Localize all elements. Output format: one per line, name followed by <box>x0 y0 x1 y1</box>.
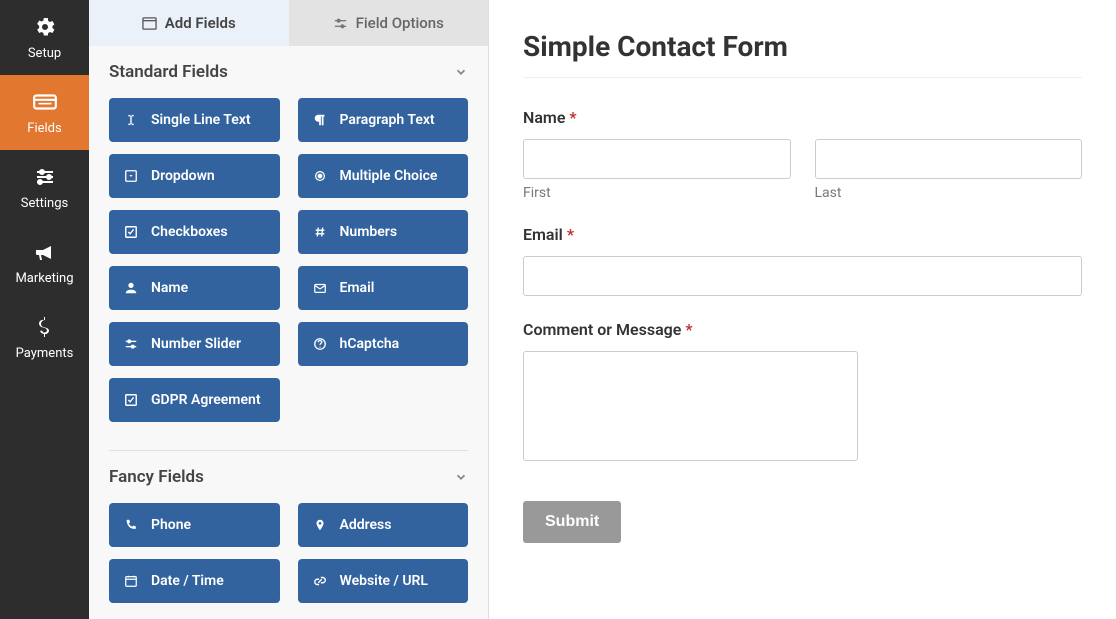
field-email: Email* <box>523 225 1082 296</box>
link-icon <box>312 573 328 589</box>
field-btn-label: Multiple Choice <box>340 168 438 184</box>
field-btn-label: Website / URL <box>340 573 429 589</box>
bullhorn-icon <box>32 239 58 265</box>
question-icon <box>312 336 328 352</box>
text-cursor-icon <box>123 112 139 128</box>
map-pin-icon <box>312 517 328 533</box>
fields-icon <box>32 89 58 115</box>
field-message: Comment or Message* <box>523 320 1082 465</box>
nav-label: Setup <box>28 46 61 61</box>
sliders-icon <box>333 16 348 31</box>
chevron-down-icon <box>454 65 468 79</box>
window-icon <box>142 16 157 31</box>
check-square-icon <box>123 224 139 240</box>
section-header-standard[interactable]: Standard Fields <box>109 46 468 98</box>
nav-payments[interactable]: Payments <box>0 300 89 375</box>
field-btn-label: Date / Time <box>151 573 224 589</box>
chevron-down-icon <box>454 470 468 484</box>
standard-fields-section: Standard Fields Single Line Text Paragrap… <box>89 46 488 444</box>
field-btn-label: Numbers <box>340 224 398 240</box>
first-name-input[interactable] <box>523 139 791 179</box>
email-label: Email* <box>523 225 1082 244</box>
field-btn-email[interactable]: Email <box>298 266 469 310</box>
hash-icon <box>312 224 328 240</box>
field-btn-label: Checkboxes <box>151 224 228 240</box>
field-btn-label: Single Line Text <box>151 112 251 128</box>
submit-button[interactable]: Submit <box>523 501 621 543</box>
dollar-icon <box>32 314 58 340</box>
field-btn-multiple-choice[interactable]: Multiple Choice <box>298 154 469 198</box>
field-btn-paragraph-text[interactable]: Paragraph Text <box>298 98 469 142</box>
paragraph-icon <box>312 112 328 128</box>
field-btn-gdpr-agreement[interactable]: GDPR Agreement <box>109 378 280 422</box>
fancy-fields-section: Fancy Fields Phone Address Date / Time Webs… <box>89 451 488 619</box>
name-label: Name* <box>523 108 1082 127</box>
envelope-icon <box>312 280 328 296</box>
field-btn-phone[interactable]: Phone <box>109 503 280 547</box>
last-name-input[interactable] <box>815 139 1083 179</box>
caret-square-icon <box>123 168 139 184</box>
required-asterisk: * <box>567 225 574 244</box>
check-square-icon <box>123 392 139 408</box>
gear-icon <box>32 14 58 40</box>
field-btn-hcaptcha[interactable]: hCaptcha <box>298 322 469 366</box>
nav-label: Settings <box>21 196 68 211</box>
message-label: Comment or Message* <box>523 320 1082 339</box>
panel-tabs: Add Fields Field Options <box>89 0 488 46</box>
form-preview: Simple Contact Form Name* First Last Ema… <box>489 0 1116 619</box>
first-sublabel: First <box>523 185 791 201</box>
fields-panel: Add Fields Field Options Standard Fields… <box>89 0 489 619</box>
nav-label: Payments <box>16 346 74 361</box>
radio-dot-icon <box>312 168 328 184</box>
field-btn-address[interactable]: Address <box>298 503 469 547</box>
field-btn-numbers[interactable]: Numbers <box>298 210 469 254</box>
required-asterisk: * <box>569 108 576 127</box>
nav-label: Fields <box>27 121 61 136</box>
nav-setup[interactable]: Setup <box>0 0 89 75</box>
field-btn-label: GDPR Agreement <box>151 392 261 408</box>
field-btn-label: hCaptcha <box>340 336 400 352</box>
field-btn-label: Dropdown <box>151 168 215 184</box>
field-btn-label: Address <box>340 517 392 533</box>
field-btn-dropdown[interactable]: Dropdown <box>109 154 280 198</box>
field-btn-label: Email <box>340 280 375 296</box>
field-btn-single-line-text[interactable]: Single Line Text <box>109 98 280 142</box>
section-header-fancy[interactable]: Fancy Fields <box>109 451 468 503</box>
nav-fields[interactable]: Fields <box>0 75 89 150</box>
main-nav: Setup Fields Settings Marketing Payments <box>0 0 89 619</box>
tab-add-fields[interactable]: Add Fields <box>89 0 289 46</box>
nav-label: Marketing <box>15 271 73 286</box>
form-title: Simple Contact Form <box>523 30 1082 63</box>
tab-field-options[interactable]: Field Options <box>289 0 489 46</box>
field-btn-label: Number Slider <box>151 336 241 352</box>
last-sublabel: Last <box>815 185 1083 201</box>
nav-marketing[interactable]: Marketing <box>0 225 89 300</box>
phone-icon <box>123 517 139 533</box>
field-btn-number-slider[interactable]: Number Slider <box>109 322 280 366</box>
field-btn-checkboxes[interactable]: Checkboxes <box>109 210 280 254</box>
field-btn-label: Paragraph Text <box>340 112 435 128</box>
field-btn-website-url[interactable]: Website / URL <box>298 559 469 603</box>
divider <box>523 77 1082 78</box>
nav-settings[interactable]: Settings <box>0 150 89 225</box>
field-btn-label: Phone <box>151 517 191 533</box>
field-btn-label: Name <box>151 280 188 296</box>
field-name: Name* First Last <box>523 108 1082 201</box>
message-textarea[interactable] <box>523 351 858 461</box>
field-btn-name[interactable]: Name <box>109 266 280 310</box>
required-asterisk: * <box>685 320 692 339</box>
calendar-icon <box>123 573 139 589</box>
user-icon <box>123 280 139 296</box>
email-input[interactable] <box>523 256 1082 296</box>
sliders-h-icon <box>123 336 139 352</box>
sliders-icon <box>32 164 58 190</box>
field-btn-date-time[interactable]: Date / Time <box>109 559 280 603</box>
